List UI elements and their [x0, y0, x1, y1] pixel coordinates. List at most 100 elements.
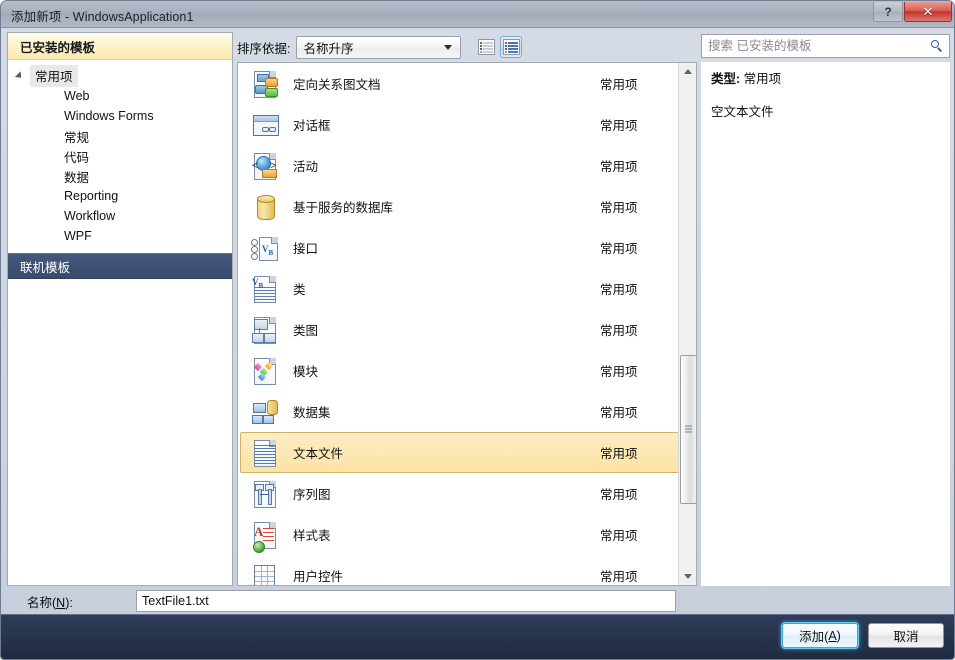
template-name: 用户控件	[293, 570, 344, 584]
module-icon	[251, 357, 279, 385]
window-title: 添加新项 - WindowsApplication1	[11, 10, 194, 24]
tree-item-label: Windows Forms	[64, 109, 154, 123]
template-description: 空文本文件	[711, 105, 774, 119]
dialog-icon	[251, 111, 279, 139]
tree-item-label: Reporting	[64, 189, 119, 203]
sort-by-label: 排序依据:	[237, 41, 291, 56]
template-details: 类型: 常用项 空文本文件	[701, 62, 950, 586]
scrollbar-thumb[interactable]	[680, 355, 696, 504]
style-sheet-icon: A	[251, 521, 279, 553]
sort-by-dropdown[interactable]: 名称升序	[296, 35, 462, 59]
name-input[interactable]	[136, 590, 676, 612]
cancel-button[interactable]: 取消	[868, 623, 944, 648]
template-row[interactable]: 类图 常用项	[240, 309, 679, 350]
scroll-down-arrow-icon[interactable]	[679, 568, 696, 585]
template-row[interactable]: 定向关系图文档 常用项	[240, 63, 679, 104]
template-name: 文本文件	[293, 447, 344, 461]
tree-item-general[interactable]: 常规	[8, 126, 232, 146]
sequence-diagram-icon	[251, 480, 279, 508]
template-name: 序列图	[293, 488, 331, 502]
dialog-body: 已安装的模板 常用项 Web Windows Forms 常规 代码 数据 Re…	[7, 32, 950, 592]
tree-item-web[interactable]: Web	[8, 86, 232, 106]
tree-item-label: Web	[64, 89, 90, 103]
tree-item-label: WPF	[64, 229, 92, 243]
online-templates-item[interactable]: 联机模板	[8, 253, 232, 279]
tree-item-label: Workflow	[64, 209, 116, 223]
template-row[interactable]: 对话框 常用项	[240, 104, 679, 145]
template-name: 接口	[293, 242, 319, 256]
tree-item-label: 常用项	[30, 65, 78, 87]
template-name: 对话框	[293, 119, 331, 133]
list-toolbar: 排序依据: 名称升序	[237, 34, 523, 60]
help-button[interactable]: ?	[873, 2, 903, 22]
template-row[interactable]: 用户控件 常用项	[240, 555, 679, 585]
dataset-icon	[251, 398, 279, 426]
template-row[interactable]: 模块 常用项	[240, 350, 679, 391]
template-name: 样式表	[293, 529, 331, 543]
template-row[interactable]: VB 接口 常用项	[240, 227, 679, 268]
template-list-scroll-content: 定向关系图文档 常用项 对话框 常用项 < > 活动 常用项 基于服务的数据库 …	[238, 63, 681, 585]
template-row[interactable]: VB 类 常用项	[240, 268, 679, 309]
close-button[interactable]: ✕	[904, 2, 952, 22]
tree-item-windows-forms[interactable]: Windows Forms	[8, 106, 232, 126]
tree-item-workflow[interactable]: Workflow	[8, 206, 232, 226]
template-name: 定向关系图文档	[293, 78, 381, 92]
tree-item-common[interactable]: 常用项	[8, 65, 232, 87]
template-row[interactable]: 序列图 常用项	[240, 473, 679, 514]
class-icon: VB	[251, 275, 279, 303]
interface-icon: VB	[251, 234, 279, 262]
title-bar[interactable]: 添加新项 - WindowsApplication1 ? ✕	[1, 1, 954, 28]
template-list-scrollbar[interactable]	[678, 63, 696, 585]
search-input[interactable]	[702, 36, 925, 56]
template-name: 活动	[293, 160, 319, 174]
template-list-box[interactable]: 定向关系图文档 常用项 对话框 常用项 < > 活动 常用项 基于服务的数据库 …	[237, 62, 697, 586]
template-name: 数据集	[293, 406, 331, 420]
template-category: 常用项	[600, 570, 638, 584]
template-list-area: 排序依据: 名称升序 定向关系图文档 常用项 对话框 常用项 < > 活动 常用…	[237, 32, 697, 586]
scrollbar-grip-icon	[685, 425, 692, 434]
template-category: 常用项	[600, 447, 638, 461]
medium-icons-icon	[477, 39, 495, 55]
tree-item-wpf[interactable]: WPF	[8, 226, 232, 246]
search-icon[interactable]	[925, 40, 949, 52]
large-icons-icon	[502, 39, 520, 55]
service-database-icon	[251, 193, 279, 221]
template-type-key: 类型:	[711, 72, 741, 86]
tree-item-data[interactable]: 数据	[8, 166, 232, 186]
user-control-icon	[251, 562, 279, 585]
template-name: 类	[293, 283, 306, 297]
template-category: 常用项	[600, 283, 638, 297]
template-category: 常用项	[600, 488, 638, 502]
template-row[interactable]: 数据集 常用项	[240, 391, 679, 432]
tree-item-label: 代码	[64, 150, 90, 165]
tree-item-reporting[interactable]: Reporting	[8, 186, 232, 206]
template-type-line: 类型: 常用项	[711, 68, 940, 87]
tree-item-label: 数据	[64, 170, 90, 185]
tree-item-code[interactable]: 代码	[8, 146, 232, 166]
medium-icons-view-button[interactable]	[475, 36, 497, 58]
installed-templates-panel: 已安装的模板 常用项 Web Windows Forms 常规 代码 数据 Re…	[7, 32, 233, 586]
template-name: 类图	[293, 324, 319, 338]
chevron-down-icon	[444, 44, 453, 50]
template-category: 常用项	[600, 529, 638, 543]
template-category: 常用项	[600, 160, 638, 174]
template-row[interactable]: 基于服务的数据库 常用项	[240, 186, 679, 227]
add-new-item-dialog: 添加新项 - WindowsApplication1 ? ✕ 已安装的模板 常用…	[0, 0, 955, 660]
template-row[interactable]: < > 活动 常用项	[240, 145, 679, 186]
expander-triangle-icon[interactable]	[8, 71, 30, 81]
name-field-row: 名称(N):	[7, 586, 950, 616]
tree-item-label: 常规	[64, 130, 90, 145]
add-button[interactable]: 添加(A)	[782, 623, 858, 648]
template-category: 常用项	[600, 242, 638, 256]
scroll-up-arrow-icon[interactable]	[679, 63, 696, 80]
template-type-value: 常用项	[743, 72, 782, 86]
large-icons-view-button[interactable]	[500, 36, 523, 58]
template-row-selected[interactable]: 文本文件 常用项	[240, 432, 679, 473]
search-box[interactable]	[701, 34, 950, 58]
class-diagram-icon	[251, 316, 279, 344]
template-category: 常用项	[600, 365, 638, 379]
directed-graph-document-icon	[251, 70, 279, 98]
template-category: 常用项	[600, 324, 638, 338]
installed-templates-header: 已安装的模板	[8, 33, 232, 60]
template-row[interactable]: A 样式表 常用项	[240, 514, 679, 555]
